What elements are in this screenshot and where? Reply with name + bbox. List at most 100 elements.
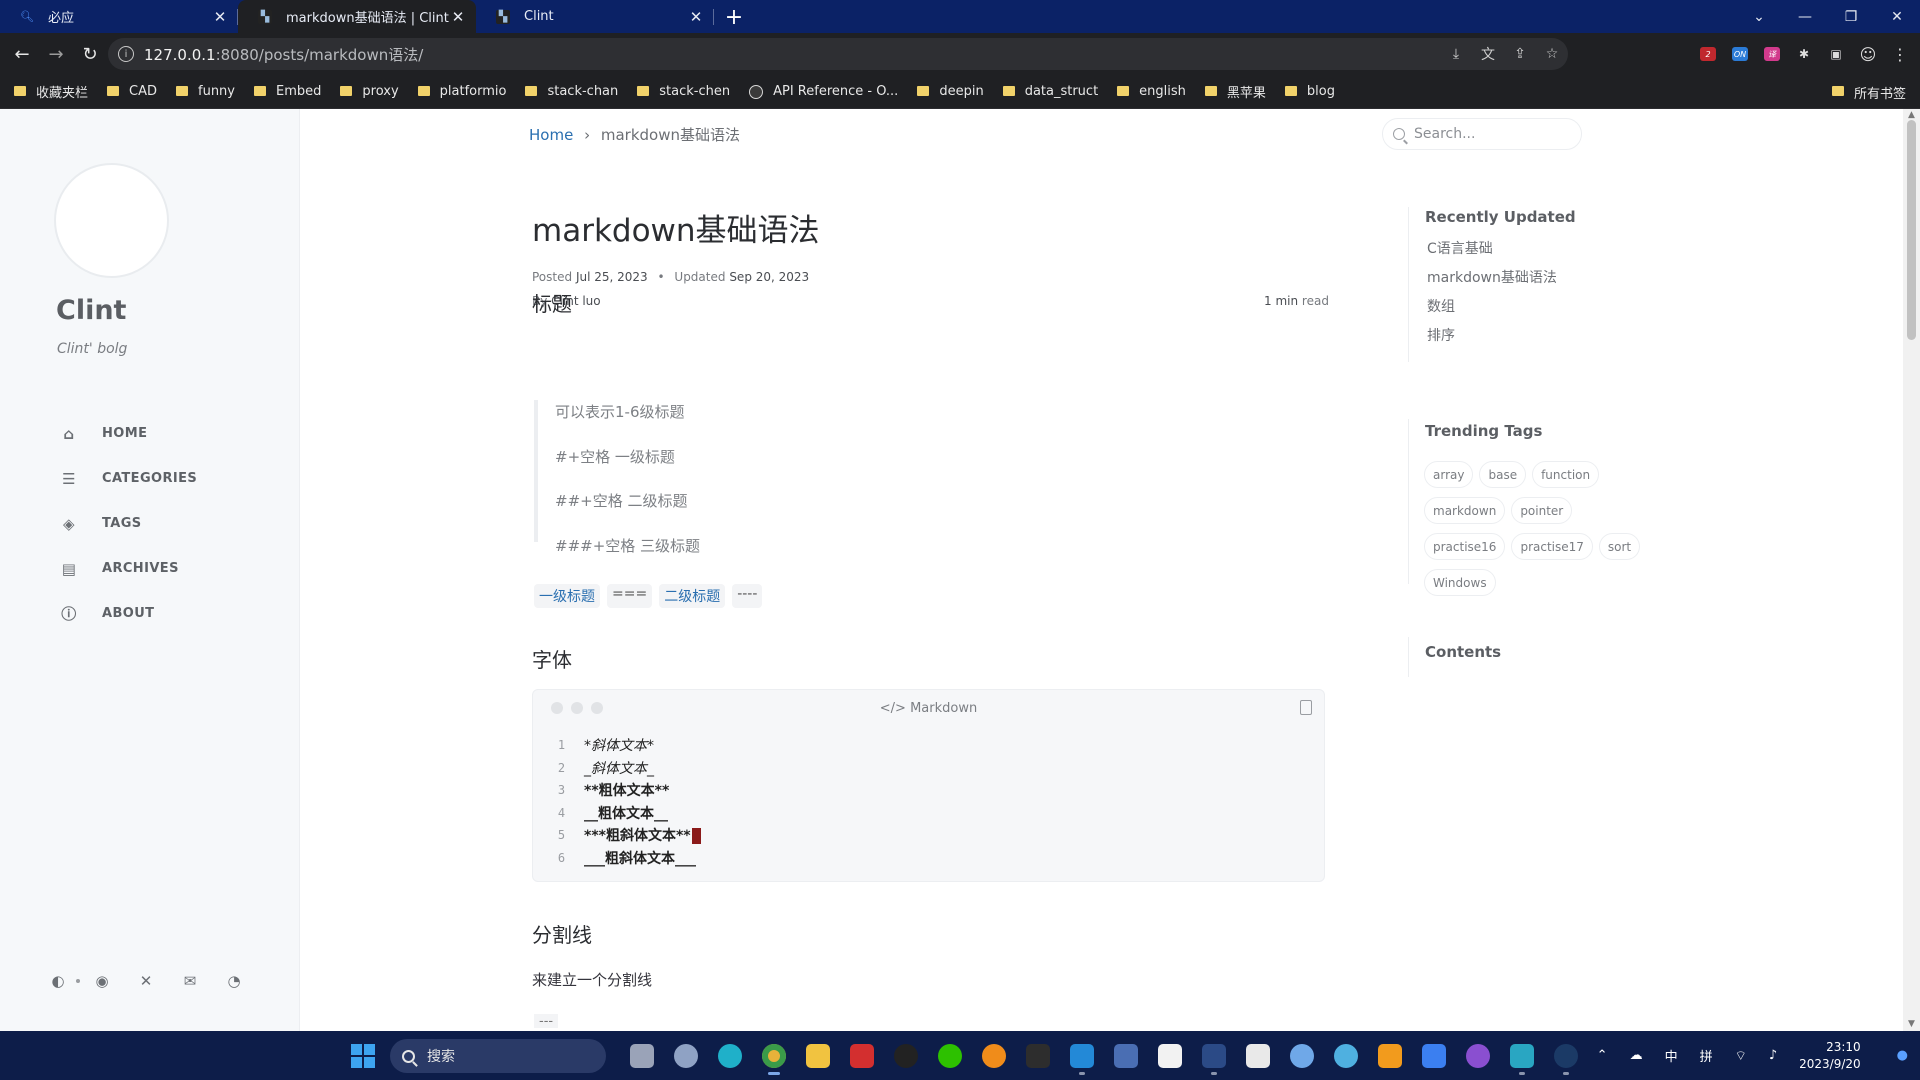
- bookmark-folder[interactable]: deepin: [917, 84, 984, 99]
- network-icon[interactable]: [1324, 1037, 1368, 1075]
- sublime-icon[interactable]: [1368, 1037, 1412, 1075]
- site-info-icon[interactable]: i: [118, 46, 134, 62]
- app-icon[interactable]: [1192, 1037, 1236, 1075]
- tag-chip[interactable]: markdown: [1424, 497, 1506, 524]
- site-title[interactable]: Clint: [56, 295, 126, 326]
- tag-chip[interactable]: function: [1532, 461, 1600, 488]
- volume-icon[interactable]: ♪: [1769, 1048, 1777, 1063]
- ime-mode[interactable]: 中: [1665, 1046, 1678, 1065]
- chevron-up-icon[interactable]: ⌃: [1597, 1048, 1608, 1063]
- code-body[interactable]: 1 *斜体文本* 2 _斜体文本_ 3 **粗体文本** 4 __粗体文本__ 5 ***…: [533, 726, 1324, 869]
- bookmark-folder[interactable]: english: [1117, 84, 1186, 99]
- github-desktop-icon[interactable]: [1456, 1037, 1500, 1075]
- sidebar-item-categories[interactable]: ☰ CATEGORIES: [56, 456, 197, 501]
- rss-icon[interactable]: ◔: [220, 967, 248, 995]
- reload-button[interactable]: ↻: [75, 39, 105, 69]
- bookmark-link[interactable]: API Reference - O...: [749, 84, 898, 99]
- share-icon[interactable]: ⇪: [1504, 46, 1536, 62]
- restore-button[interactable]: ❐: [1828, 0, 1874, 33]
- chrome-icon[interactable]: [752, 1037, 796, 1075]
- tab-clint[interactable]: ▚ Clint ✕: [476, 0, 714, 33]
- scroll-up-arrow-icon[interactable]: ▲: [1907, 111, 1916, 120]
- address-bar[interactable]: i 127.0.0.1:8080/posts/markdown语法/ ⤓ 文 ⇪…: [108, 38, 1568, 70]
- mail-extension-icon[interactable]: 2: [1692, 38, 1724, 70]
- bookmark-folder[interactable]: platformio: [417, 84, 506, 99]
- bookmark-folder[interactable]: 收藏夹栏: [14, 82, 88, 101]
- search-everything-icon[interactable]: [972, 1037, 1016, 1075]
- tab-bing[interactable]: 🔍︎ 必应 ✕: [0, 0, 238, 33]
- extensions-puzzle-icon[interactable]: ✱: [1788, 38, 1820, 70]
- qq-icon[interactable]: [884, 1037, 928, 1075]
- dictionary-icon[interactable]: [840, 1037, 884, 1075]
- cloud-app-icon[interactable]: [1280, 1037, 1324, 1075]
- bookmark-folder[interactable]: stack-chan: [525, 84, 618, 99]
- menu-kebab-icon[interactable]: ⋮: [1884, 38, 1916, 70]
- clipboard-icon[interactable]: [1300, 700, 1312, 715]
- tag-chip[interactable]: base: [1479, 461, 1527, 488]
- recent-post-link[interactable]: C语言基础: [1427, 235, 1557, 264]
- bookmark-folder[interactable]: blog: [1284, 84, 1335, 99]
- settings-icon[interactable]: [664, 1037, 708, 1075]
- twitter-x-icon[interactable]: ✕: [132, 967, 160, 995]
- side-panel-icon[interactable]: ▣: [1820, 38, 1852, 70]
- new-tab-button[interactable]: +: [720, 3, 748, 31]
- bookmark-folder[interactable]: funny: [176, 84, 235, 99]
- back-button[interactable]: ←: [7, 39, 37, 69]
- windows-start-icon[interactable]: [351, 1044, 375, 1068]
- bookmark-folder[interactable]: CAD: [107, 84, 157, 99]
- taskbar-search[interactable]: 搜索: [390, 1039, 606, 1073]
- dev-tool-icon[interactable]: [1104, 1037, 1148, 1075]
- vscode-icon[interactable]: [1060, 1037, 1104, 1075]
- scroll-down-arrow-icon[interactable]: ▼: [1907, 1020, 1916, 1029]
- tag-chip[interactable]: practise16: [1424, 533, 1506, 560]
- theme-toggle-icon[interactable]: ◐: [44, 967, 72, 995]
- avatar[interactable]: [54, 163, 169, 278]
- wechat-icon[interactable]: [928, 1037, 972, 1075]
- notification-icon[interactable]: ●: [1897, 1048, 1908, 1063]
- notes-icon[interactable]: [1236, 1037, 1280, 1075]
- tab-markdown[interactable]: ▚ markdown基础语法 | Clint ✕: [238, 0, 476, 33]
- close-icon[interactable]: ✕: [450, 8, 466, 26]
- proxy-extension-icon[interactable]: ON: [1724, 38, 1756, 70]
- close-icon[interactable]: ✕: [688, 8, 704, 26]
- sidebar-item-about[interactable]: ⓘ ABOUT: [56, 591, 197, 636]
- bookmark-folder[interactable]: data_struct: [1002, 84, 1098, 99]
- forward-button[interactable]: →: [41, 39, 71, 69]
- sidebar-item-home[interactable]: ⌂ HOME: [56, 411, 197, 456]
- all-bookmarks-folder[interactable]: 所有书签: [1831, 75, 1906, 109]
- bookmark-folder[interactable]: proxy: [340, 84, 399, 99]
- search-input[interactable]: Search...: [1382, 118, 1582, 150]
- task-view-icon[interactable]: [620, 1037, 664, 1075]
- bookmark-folder[interactable]: stack-chen: [637, 84, 730, 99]
- terminal-icon[interactable]: [1016, 1037, 1060, 1075]
- tag-chip[interactable]: Windows: [1424, 569, 1496, 596]
- tab-search-chevron-icon[interactable]: ⌄: [1736, 0, 1782, 33]
- recent-post-link[interactable]: markdown基础语法: [1427, 264, 1557, 293]
- tag-chip[interactable]: pointer: [1511, 497, 1573, 524]
- email-icon[interactable]: ✉: [176, 967, 204, 995]
- bookmark-folder[interactable]: 黑苹果: [1204, 82, 1266, 101]
- tag-chip[interactable]: array: [1424, 461, 1474, 488]
- sidebar-item-archives[interactable]: ▤ ARCHIVES: [56, 546, 197, 591]
- typora-icon[interactable]: [1148, 1037, 1192, 1075]
- wifi-icon[interactable]: ⌔: [1735, 1048, 1747, 1064]
- translate-icon[interactable]: 文: [1472, 44, 1504, 64]
- tag-chip[interactable]: practise17: [1511, 533, 1593, 560]
- translate-extension-icon[interactable]: 译: [1756, 38, 1788, 70]
- install-app-icon[interactable]: ⤓: [1440, 46, 1472, 62]
- file-explorer-icon[interactable]: [796, 1037, 840, 1075]
- steam-icon[interactable]: [1544, 1037, 1588, 1075]
- github-icon[interactable]: ◉: [88, 967, 116, 995]
- sidebar-item-tags[interactable]: ◈ TAGS: [56, 501, 197, 546]
- scrollbar[interactable]: ▲ ▼: [1903, 109, 1920, 1031]
- scrollbar-thumb[interactable]: [1907, 120, 1916, 340]
- recent-post-link[interactable]: 排序: [1427, 322, 1557, 351]
- arduino-icon[interactable]: [1500, 1037, 1544, 1075]
- close-window-button[interactable]: ✕: [1874, 0, 1920, 33]
- onedrive-icon[interactable]: ☁: [1630, 1048, 1643, 1063]
- clock[interactable]: 23:10 2023/9/20: [1799, 1039, 1883, 1073]
- feishu-icon[interactable]: [1412, 1037, 1456, 1075]
- ime-pinyin[interactable]: 拼: [1700, 1046, 1713, 1065]
- edge-icon[interactable]: [708, 1037, 752, 1075]
- breadcrumb-home-link[interactable]: Home: [529, 126, 573, 144]
